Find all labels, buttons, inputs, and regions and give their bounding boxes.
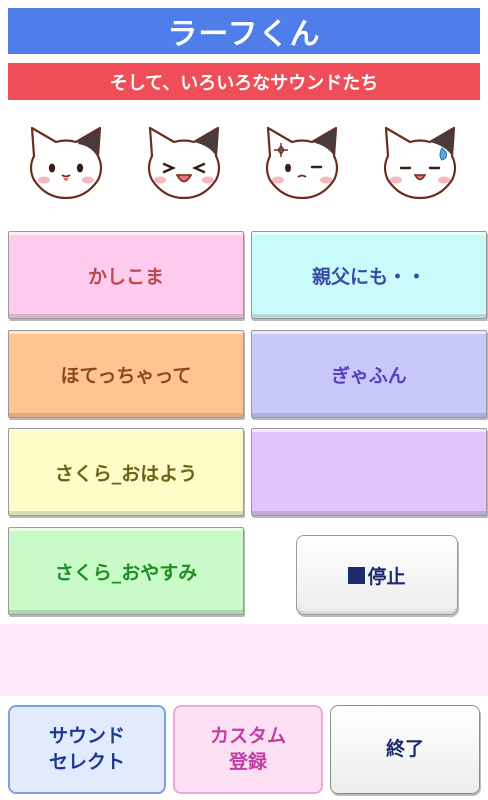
stop-square-icon: [348, 566, 366, 584]
sound-button-oyaji[interactable]: 親父にも・・: [251, 231, 487, 319]
exit-label: 終了: [385, 737, 424, 760]
sound-button-hotecchatte[interactable]: ほてっちゃって: [8, 330, 244, 418]
sound-button-kashikoma[interactable]: かしこま: [8, 231, 244, 319]
banner-area: [0, 624, 488, 696]
sound-select-label: サウンド セレクト: [48, 724, 125, 773]
sound-button-empty[interactable]: [251, 428, 487, 516]
app-title: ラーフくん: [8, 8, 480, 54]
app-subtitle: そして、いろいろなサウンドたち: [8, 63, 480, 100]
stop-label: 停止: [367, 565, 406, 588]
custom-register-label: カスタム 登録: [209, 724, 286, 773]
cat-smile-icon: [22, 120, 110, 204]
sound-button-sakura-oyasumi[interactable]: さくら_おやすみ: [8, 527, 244, 615]
cat-sparkle-icon: [258, 120, 346, 204]
sound-select-button[interactable]: サウンド セレクト: [8, 705, 166, 794]
sound-button-gyafun[interactable]: ぎゃふん: [251, 330, 487, 418]
cat-sweat-icon: [376, 120, 464, 204]
cat-squint-icon: [140, 120, 228, 204]
stop-button[interactable]: 停止: [296, 535, 458, 615]
sound-button-sakura-ohayou[interactable]: さくら_おはよう: [8, 428, 244, 516]
cat-faces-row: [0, 112, 488, 212]
custom-register-button[interactable]: カスタム 登録: [173, 705, 323, 794]
exit-button[interactable]: 終了: [330, 705, 480, 794]
